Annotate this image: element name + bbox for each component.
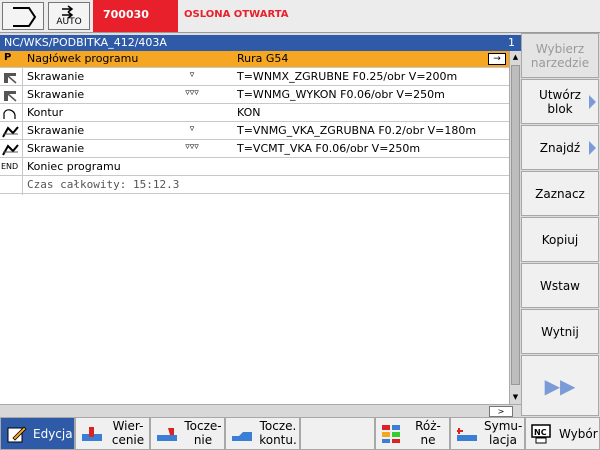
contour-turning-icon <box>232 432 252 441</box>
program-row-cutting-1[interactable]: Skrawanie ▿ T=WNMX_ZGRUBNE F0.25/obr V=2… <box>0 69 509 86</box>
scroll-right-icon[interactable]: > <box>489 406 513 417</box>
sinumerik-screen: AUTO 700030 OSLONA OTWARTA NC/WKS/PODBIT… <box>0 0 600 450</box>
find-softkey[interactable]: Znajdź <box>521 125 599 170</box>
submenu-arrow-icon <box>589 94 596 109</box>
alarm-text: OSLONA OTWARTA <box>184 9 289 20</box>
row-name: Koniec programu <box>27 160 121 173</box>
cutting-icon <box>4 91 17 102</box>
program-path-bar: NC/WKS/PODBITKA_412/403A 1 <box>0 35 521 51</box>
program-row-cutting-2[interactable]: Skrawanie ▿▿▿ T=WNMG_WYKON F0.06/obr V=2… <box>0 87 509 104</box>
program-row-contour[interactable]: Kontur KON <box>0 105 509 122</box>
operating-area-icon <box>13 7 37 27</box>
row-marks: ▿ <box>189 124 195 134</box>
row-name: Skrawanie <box>27 124 85 137</box>
softkey-label-line2: ne <box>420 433 436 447</box>
softkey-label-line2: kontu. <box>259 433 297 447</box>
page-number: 1 <box>508 36 515 49</box>
contour-cut-icon <box>2 126 19 138</box>
softkey-label: Utwórz blok <box>539 87 581 116</box>
svg-text:NC: NC <box>534 428 547 437</box>
program-row-end[interactable]: END Koniec programu <box>0 159 509 176</box>
row-value: T=WNMX_ZGRUBNE F0.25/obr V=200m <box>237 70 458 83</box>
softkey-label: Zaznacz <box>535 186 585 201</box>
select-tool-softkey[interactable]: Wybierz narzedzie <box>521 33 599 78</box>
softkey-label: Wstaw <box>540 278 580 293</box>
softkey-label: Róż- <box>415 419 441 433</box>
turning-icon <box>157 428 177 441</box>
mode-indicator: AUTO <box>48 2 90 30</box>
fast-forward-icon: ▶▶ <box>544 373 576 398</box>
scroll-thumb[interactable] <box>511 65 520 385</box>
edit-icon <box>7 426 27 443</box>
softkey-label: Symu- <box>484 419 523 433</box>
empty-softkey[interactable] <box>300 417 375 450</box>
misc-softkey[interactable]: Róż- ne <box>375 417 450 450</box>
select-softkey[interactable]: NC Wybór <box>525 417 600 450</box>
softkey-label: Wytnij <box>541 324 579 339</box>
operating-area-button[interactable] <box>2 2 44 30</box>
nc-icon: NC <box>531 424 551 444</box>
mode-label: AUTO <box>56 17 82 27</box>
simulation-icon <box>457 428 477 441</box>
row-name: Skrawanie <box>27 70 85 83</box>
scroll-down-icon[interactable]: ▼ <box>511 392 520 403</box>
mark-softkey[interactable]: Zaznacz <box>521 171 599 216</box>
softkey-label: Kopiuj <box>541 232 579 247</box>
softkey-label: Wier- <box>112 419 144 433</box>
softkey-label-line2: cenie <box>111 433 145 447</box>
softkey-label: Wybierz narzedzie <box>530 41 590 70</box>
row-value: T=VNMG_VKA_ZGRUBNA F0.2/obr V=180m <box>237 124 477 137</box>
goto-arrow-icon[interactable]: → <box>488 53 506 65</box>
copy-softkey[interactable]: Kopiuj <box>521 217 599 262</box>
cut-softkey[interactable]: Wytnij <box>521 309 599 354</box>
softkey-label-line2: lacja <box>489 433 517 447</box>
row-marks: ▿ <box>189 70 195 80</box>
program-list: P Nagłówek programu Rura G54 → Skrawanie… <box>0 51 509 404</box>
vertical-scrollbar[interactable]: ▲ ▼ <box>509 51 521 404</box>
misc-icon <box>382 425 400 443</box>
alarm-number[interactable]: 700030 <box>93 0 178 32</box>
softkey-label-line2: nie <box>193 433 213 447</box>
header-icon: P <box>4 52 12 63</box>
contour-cut-icon <box>2 144 19 156</box>
simulation-softkey[interactable]: Symu- lacja <box>450 417 525 450</box>
drilling-softkey[interactable]: Wier- cenie <box>75 417 150 450</box>
program-row-contour-cutting-1[interactable]: Skrawanie ▿ T=VNMG_VKA_ZGRUBNA F0.2/obr … <box>0 123 509 140</box>
row-name: Nagłówek programu <box>27 52 139 65</box>
program-row-header[interactable]: P Nagłówek programu Rura G54 → <box>0 51 509 68</box>
row-name: Skrawanie <box>27 88 85 101</box>
edit-softkey[interactable]: Edycja <box>0 417 75 450</box>
row-marks: ▿▿▿ <box>185 88 199 98</box>
horizontal-scrollbar[interactable]: > <box>0 404 521 417</box>
program-path: NC/WKS/PODBITKA_412/403A <box>4 36 167 49</box>
softkey-label: Wybór <box>559 427 598 441</box>
scroll-up-icon[interactable]: ▲ <box>511 52 520 63</box>
program-row-contour-cutting-2[interactable]: Skrawanie ▿▿▿ T=VCMT_VKA F0.06/obr V=250… <box>0 141 509 158</box>
softkey-label: Edycja <box>33 427 73 441</box>
insert-softkey[interactable]: Wstaw <box>521 263 599 308</box>
total-time: Czas całkowity: 15:12.3 <box>0 177 509 194</box>
row-value: KON <box>237 106 261 119</box>
row-marks: ▿▿▿ <box>185 142 199 152</box>
row-value: T=VCMT_VKA F0.06/obr V=250m <box>237 142 421 155</box>
create-block-softkey[interactable]: Utwórz blok <box>521 79 599 124</box>
row-name: Kontur <box>27 106 64 119</box>
softkey-label: Tocze. <box>259 419 297 433</box>
row-value: Rura G54 <box>237 52 289 65</box>
contour-turning-softkey[interactable]: Tocze. kontu. <box>225 417 300 450</box>
drilling-icon <box>82 427 102 441</box>
status-bar: AUTO 700030 OSLONA OTWARTA <box>0 0 600 33</box>
softkey-label: Znajdź <box>539 140 581 155</box>
turning-softkey[interactable]: Tocze- nie <box>150 417 225 450</box>
row-name: Skrawanie <box>27 142 85 155</box>
contour-icon <box>3 109 16 119</box>
next-softkey[interactable]: ▶▶ <box>521 355 599 416</box>
submenu-arrow-icon <box>589 140 596 155</box>
softkey-label: Tocze- <box>184 419 222 433</box>
cutting-icon <box>4 73 17 84</box>
row-value: T=WNMG_WYKON F0.06/obr V=250m <box>237 88 445 101</box>
end-icon: END <box>1 162 19 171</box>
